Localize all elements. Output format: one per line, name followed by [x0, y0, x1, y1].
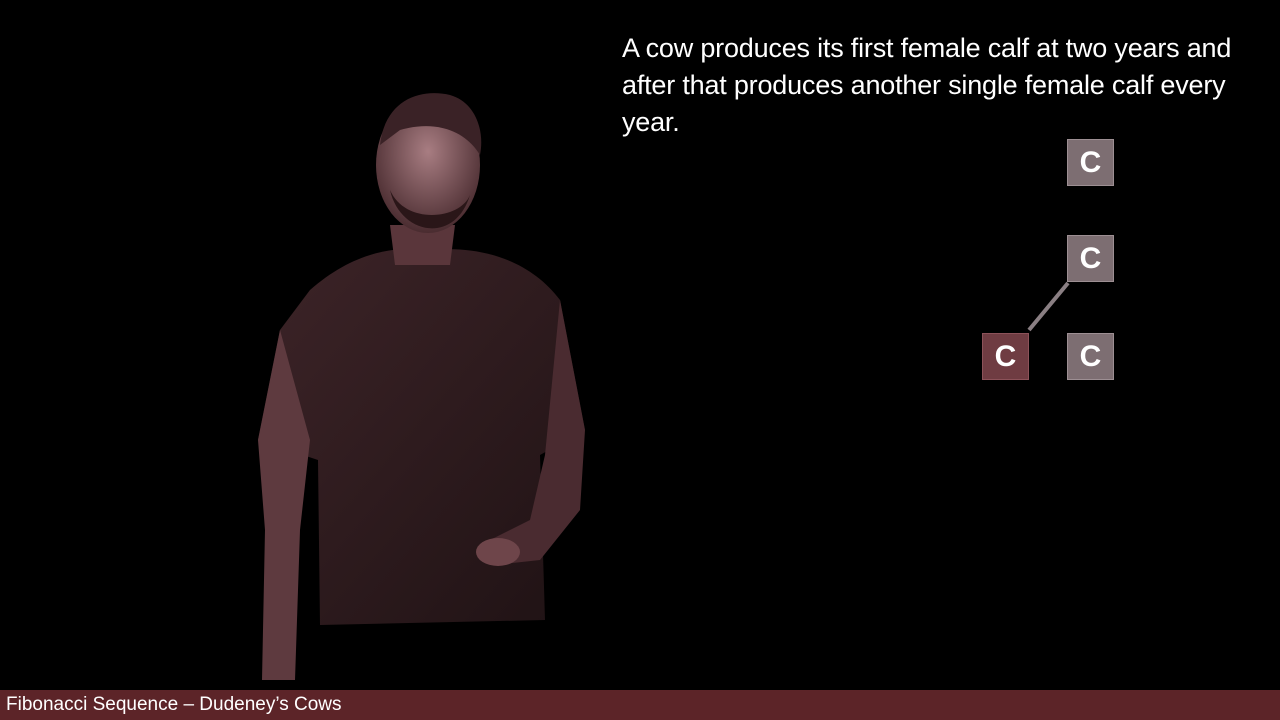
calf-node-year3: C: [982, 333, 1029, 380]
lecture-video-frame: A cow produces its first female calf at …: [0, 0, 1280, 720]
cow-node-year1: C: [1067, 139, 1114, 186]
problem-statement: A cow produces its first female calf at …: [622, 33, 1232, 137]
footer-title: Fibonacci Sequence – Dudeney’s Cows: [6, 694, 342, 715]
presenter-figure: [258, 93, 585, 680]
cow-node-year2: C: [1067, 235, 1114, 282]
parent-calf-connector: [1027, 281, 1070, 332]
cow-node-year3: C: [1067, 333, 1114, 380]
footer-title-bar: Fibonacci Sequence – Dudeney’s Cows: [0, 690, 1280, 720]
